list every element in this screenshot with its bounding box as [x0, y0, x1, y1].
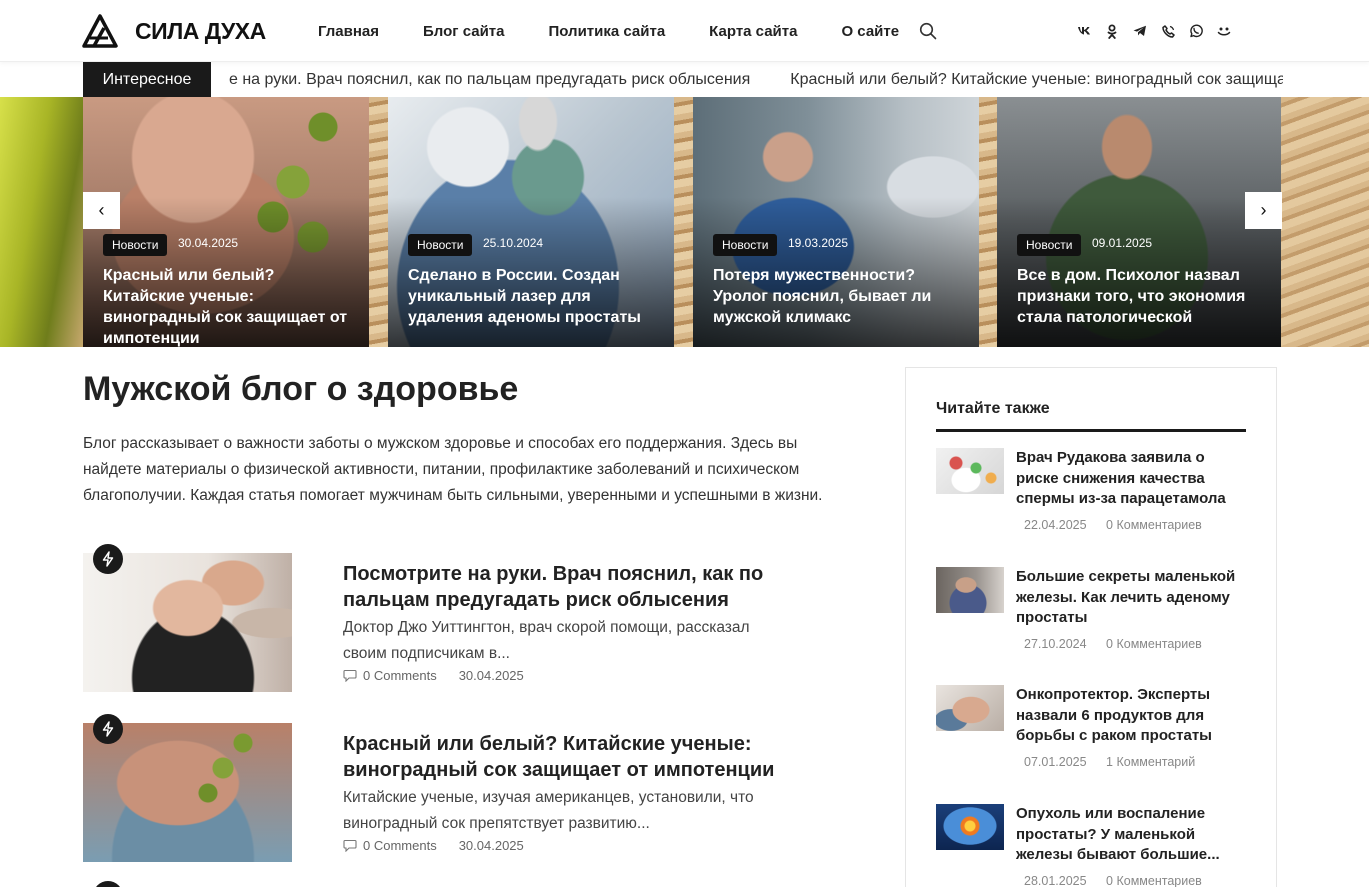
slide-preview-left	[0, 97, 83, 347]
sidebar-item-comments[interactable]: 1 Комментарий	[1106, 755, 1195, 769]
slider-prev-button[interactable]: ‹	[83, 192, 120, 229]
sidebar-item-meta: 27.10.2024 0 Комментариев	[1024, 637, 1202, 651]
sidebar-item-date: 07.01.2025	[1024, 755, 1087, 769]
sidebar-item-title[interactable]: Большие секреты маленькой железы. Как ле…	[1016, 567, 1246, 629]
sidebar-thumbnail[interactable]	[936, 804, 1004, 850]
sidebar-item[interactable]: Онкопротектор. Эксперты назвали 6 продук…	[936, 685, 1246, 785]
max-icon[interactable]	[1216, 22, 1232, 40]
sidebar-item[interactable]: Большие секреты маленькой железы. Как ле…	[936, 567, 1246, 667]
news-ticker: Интересное е на руки. Врач пояснил, как …	[83, 62, 1283, 97]
flash-icon	[93, 881, 123, 887]
post-comments[interactable]: 0 Comments	[363, 838, 437, 853]
ticker-track: е на руки. Врач пояснил, как по пальцам …	[229, 62, 1283, 97]
post-comments[interactable]: 0 Comments	[363, 668, 437, 683]
chevron-left-icon: ‹	[98, 200, 105, 220]
telegram-icon[interactable]	[1132, 22, 1148, 40]
sidebar-item-meta: 28.01.2025 0 Комментариев	[1024, 874, 1202, 887]
slide-title[interactable]: Все в дом. Психолог назвал признаки того…	[1017, 265, 1267, 328]
nav-about[interactable]: О сайте	[841, 23, 899, 40]
sidebar-item-comments[interactable]: 0 Комментариев	[1106, 518, 1202, 532]
sidebar-thumbnail[interactable]	[936, 448, 1004, 494]
sidebar-item-comments[interactable]: 0 Комментариев	[1106, 874, 1202, 887]
post-title[interactable]: Красный или белый? Китайские ученые: вин…	[343, 731, 783, 783]
sidebar-item-title[interactable]: Опухоль или воспаление простаты? У мален…	[1016, 804, 1246, 866]
sidebar-item-date: 28.01.2025	[1024, 874, 1087, 887]
vk-icon[interactable]	[1076, 22, 1092, 40]
slide-divider	[369, 97, 388, 347]
flash-icon	[93, 544, 123, 574]
slide-date: 09.01.2025	[1092, 236, 1153, 250]
flash-icon	[93, 714, 123, 744]
post-thumbnail[interactable]	[83, 553, 292, 692]
ticker-label: Интересное	[83, 62, 211, 97]
nav-policy[interactable]: Политика сайта	[548, 23, 665, 40]
post-excerpt: Доктор Джо Уиттингтон, врач скорой помощ…	[343, 619, 750, 662]
sidebar-item-title[interactable]: Онкопротектор. Эксперты назвали 6 продук…	[1016, 685, 1246, 747]
slide-title[interactable]: Красный или белый? Китайские ученые: вин…	[103, 265, 353, 347]
post-date: 30.04.2025	[458, 838, 524, 853]
slide-title[interactable]: Сделано в России. Создан уникальный лазе…	[408, 265, 658, 328]
post-date: 30.04.2025	[458, 668, 524, 683]
search-icon[interactable]	[919, 22, 937, 40]
post-card: Красный или белый? Китайские ученые: вин…	[83, 714, 823, 863]
sidebar-read-also: Читайте также Врач Рудакова заявила о ри…	[905, 367, 1277, 887]
whatsapp-icon[interactable]	[1188, 22, 1204, 40]
slide-preview-right	[1281, 97, 1369, 347]
post-excerpt: Китайские ученые, изучая американцев, ус…	[343, 789, 754, 832]
ticker-item[interactable]: Красный или белый? Китайские ученые: вин…	[790, 71, 1283, 89]
page-title: Мужской блог о здоровье	[83, 370, 519, 408]
chevron-right-icon: ›	[1260, 200, 1267, 220]
slide-category[interactable]: Новости	[408, 234, 473, 256]
sidebar-item-meta: 22.04.2025 0 Комментариев	[1024, 518, 1202, 532]
nav-sitemap[interactable]: Карта сайта	[709, 23, 797, 40]
odnoklassniki-icon[interactable]	[1104, 22, 1120, 40]
site-header: СИЛА ДУХА Главная Блог сайта Политика са…	[0, 0, 1369, 62]
comment-icon	[343, 669, 357, 682]
slide-date: 30.04.2025	[178, 236, 239, 250]
nav-home[interactable]: Главная	[318, 23, 379, 40]
sidebar-item-meta: 07.01.2025 1 Комментарий	[1024, 755, 1195, 769]
sidebar-item-date: 22.04.2025	[1024, 518, 1087, 532]
slide-divider	[979, 97, 998, 347]
sidebar-title: Читайте также	[936, 400, 1050, 417]
slide-divider	[674, 97, 693, 347]
post-meta: 0 Comments 30.04.2025	[343, 668, 524, 683]
sidebar-item-date: 27.10.2024	[1024, 637, 1087, 651]
logo-icon	[82, 14, 118, 48]
sidebar-item-comments[interactable]: 0 Комментариев	[1106, 637, 1202, 651]
social-links	[1076, 22, 1244, 40]
slide-category[interactable]: Новости	[713, 234, 778, 256]
site-logo[interactable]: СИЛА ДУХА	[82, 14, 266, 48]
sidebar-item[interactable]: Опухоль или воспаление простаты? У мален…	[936, 804, 1246, 887]
page-description: Блог рассказывает о важности заботы о му…	[83, 435, 823, 504]
sidebar-item[interactable]: Врач Рудакова заявила о риске снижения к…	[936, 448, 1246, 548]
sidebar-item-title[interactable]: Врач Рудакова заявила о риске снижения к…	[1016, 448, 1246, 510]
ticker-item[interactable]: е на руки. Врач пояснил, как по пальцам …	[229, 71, 750, 89]
sidebar-thumbnail[interactable]	[936, 567, 1004, 613]
slide-date: 19.03.2025	[788, 236, 849, 250]
slide-card[interactable]: Новости 25.10.2024 Сделано в России. Соз…	[388, 97, 674, 347]
slide-card[interactable]: Новости 09.01.2025 Все в дом. Психолог н…	[997, 97, 1283, 347]
post-thumbnail[interactable]	[83, 723, 292, 862]
post-meta: 0 Comments 30.04.2025	[343, 838, 524, 853]
logo-text: СИЛА ДУХА	[135, 17, 266, 44]
slide-category[interactable]: Новости	[1017, 234, 1082, 256]
post-title[interactable]: Посмотрите на руки. Врач пояснил, как по…	[343, 561, 783, 613]
main-nav: Главная Блог сайта Политика сайта Карта …	[318, 0, 943, 62]
post-card: Посмотрите на руки. Врач пояснил, как по…	[83, 544, 823, 693]
nav-blog[interactable]: Блог сайта	[423, 23, 504, 40]
sidebar-divider	[936, 429, 1246, 432]
sidebar-thumbnail[interactable]	[936, 685, 1004, 731]
featured-slider: Новости 30.04.2025 Красный или белый? Ки…	[0, 97, 1369, 347]
comment-icon	[343, 839, 357, 852]
slider-next-button[interactable]: ›	[1245, 192, 1282, 229]
slide-card[interactable]: Новости 30.04.2025 Красный или белый? Ки…	[83, 97, 369, 347]
slide-card[interactable]: Новости 19.03.2025 Потеря мужественности…	[693, 97, 979, 347]
slide-title[interactable]: Потеря мужественности? Уролог пояснил, б…	[713, 265, 963, 328]
slide-category[interactable]: Новости	[103, 234, 168, 256]
slide-date: 25.10.2024	[483, 236, 544, 250]
viber-icon[interactable]	[1160, 22, 1176, 40]
